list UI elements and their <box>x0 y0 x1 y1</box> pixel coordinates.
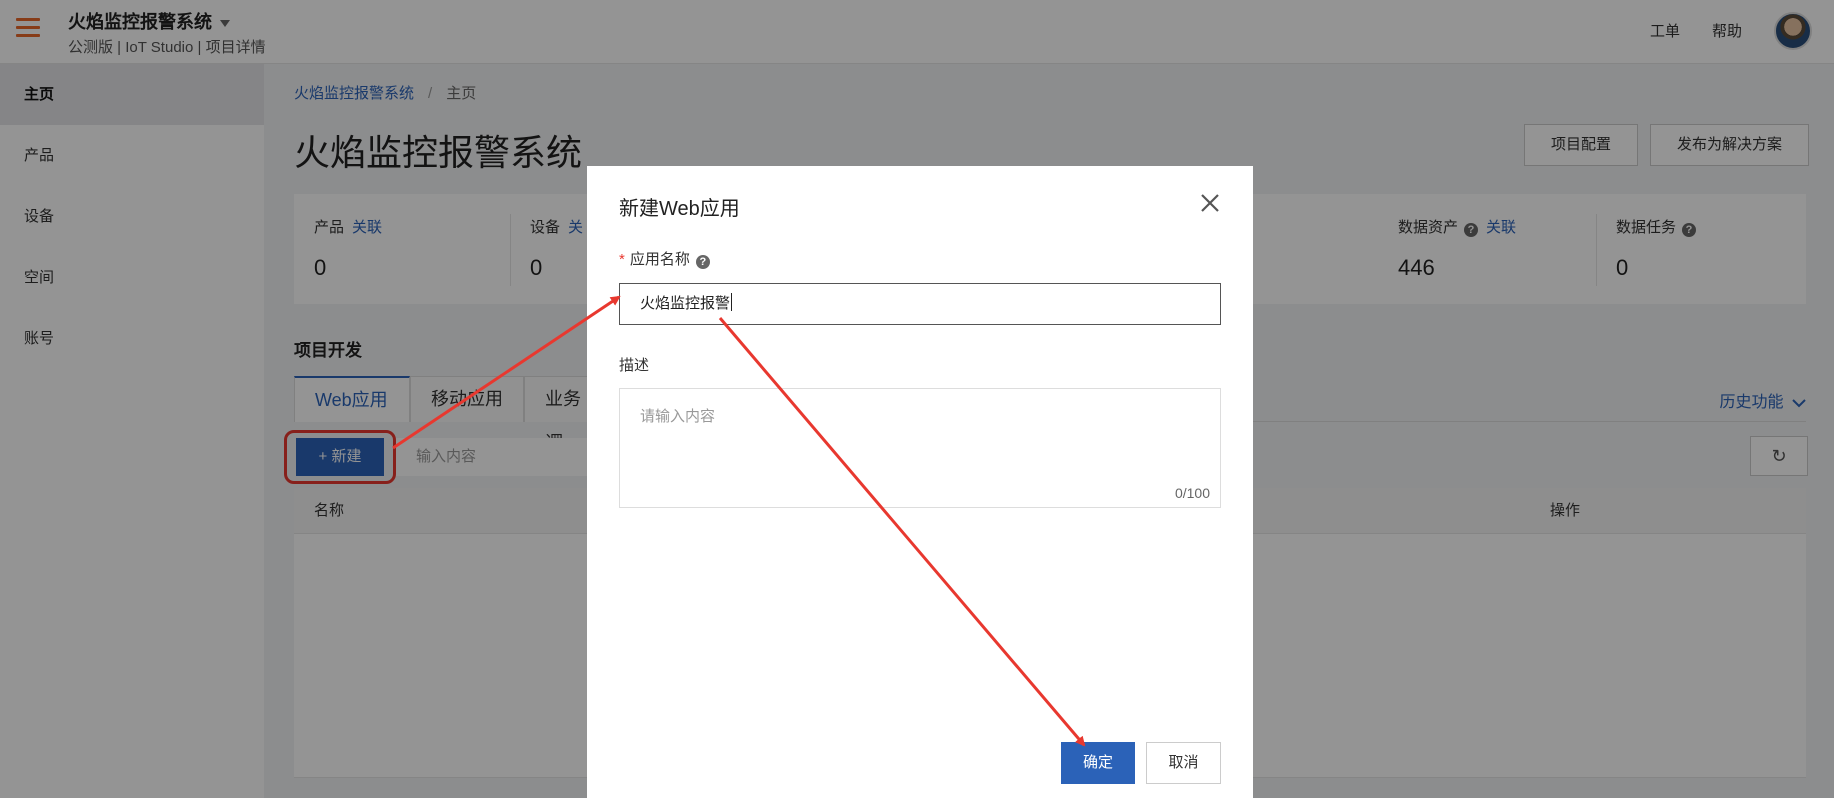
text-cursor <box>731 293 733 311</box>
dialog-title: 新建Web应用 <box>619 198 740 220</box>
app-name-value: 火焰监控报警 <box>640 295 731 312</box>
name-label-text: 应用名称 <box>629 251 690 268</box>
name-label: * 应用名称? <box>619 248 710 269</box>
app-name-input[interactable]: 火焰监控报警 <box>619 283 1221 325</box>
close-icon[interactable] <box>1195 188 1225 218</box>
description-label: 描述 <box>619 357 650 374</box>
new-web-app-dialog: 新建Web应用 * 应用名称? 火焰监控报警 描述 请输入内容 0/100 确定 … <box>587 166 1253 798</box>
confirm-button[interactable]: 确定 <box>1061 742 1135 784</box>
char-counter: 0/100 <box>1174 485 1210 501</box>
help-icon[interactable]: ? <box>695 255 710 269</box>
description-placeholder: 请输入内容 <box>640 408 716 425</box>
cancel-button[interactable]: 取消 <box>1146 742 1221 784</box>
required-marker: * <box>619 251 625 268</box>
description-textarea[interactable]: 请输入内容 0/100 <box>619 388 1221 508</box>
